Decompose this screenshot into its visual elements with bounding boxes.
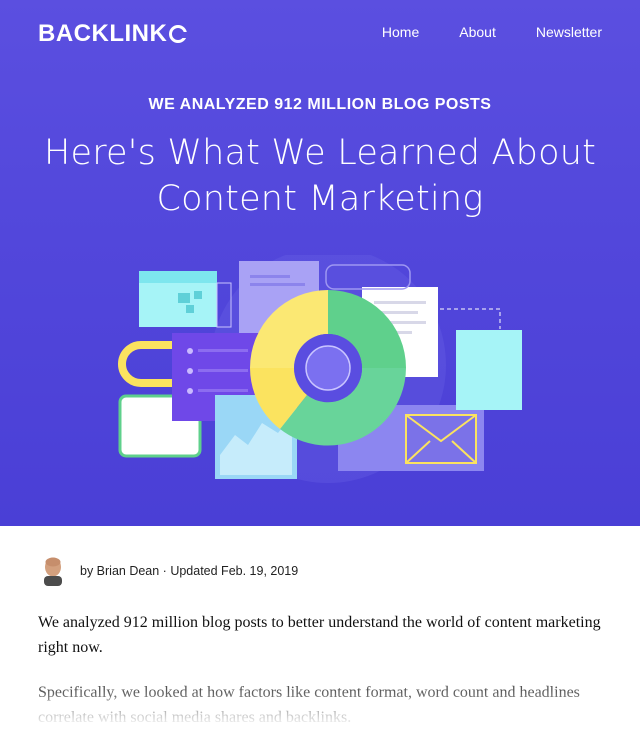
nav-home[interactable]: Home — [382, 24, 419, 40]
author-avatar — [40, 556, 66, 586]
nav-newsletter[interactable]: Newsletter — [536, 24, 602, 40]
hero-banner: BACKLINK Home About Newsletter WE ANALYZ… — [0, 0, 640, 526]
nav-about[interactable]: About — [459, 24, 496, 40]
hero-headline: Here's What We Learned About Content Mar… — [40, 130, 600, 222]
author-byline: by Brian Dean · Updated Feb. 19, 2019 — [40, 556, 298, 586]
dashed-connector — [440, 308, 501, 329]
cyan-card-graphic — [456, 330, 522, 410]
donut-chart-graphic — [250, 290, 406, 446]
main-nav: Home About Newsletter — [382, 24, 602, 40]
article-intro: We analyzed 912 million blog posts to be… — [38, 614, 601, 656]
byline-text: by Brian Dean · Updated Feb. 19, 2019 — [80, 564, 299, 578]
site-logo[interactable]: BACKLINK — [38, 20, 189, 48]
content-marketing-illustration — [118, 255, 522, 483]
headline-line-1: Here's What We Learned About — [43, 133, 597, 173]
logo-text: BACKLINK — [38, 20, 168, 47]
browser-window-graphic — [139, 271, 232, 328]
hero-kicker: WE ANALYZED 912 MILLION BLOG POSTS — [148, 96, 492, 113]
article-paragraph-2: Specifically, we looked at how factors l… — [38, 684, 580, 726]
logo-o-icon — [169, 25, 189, 43]
headline-line-2: Content Marketing — [156, 179, 484, 219]
